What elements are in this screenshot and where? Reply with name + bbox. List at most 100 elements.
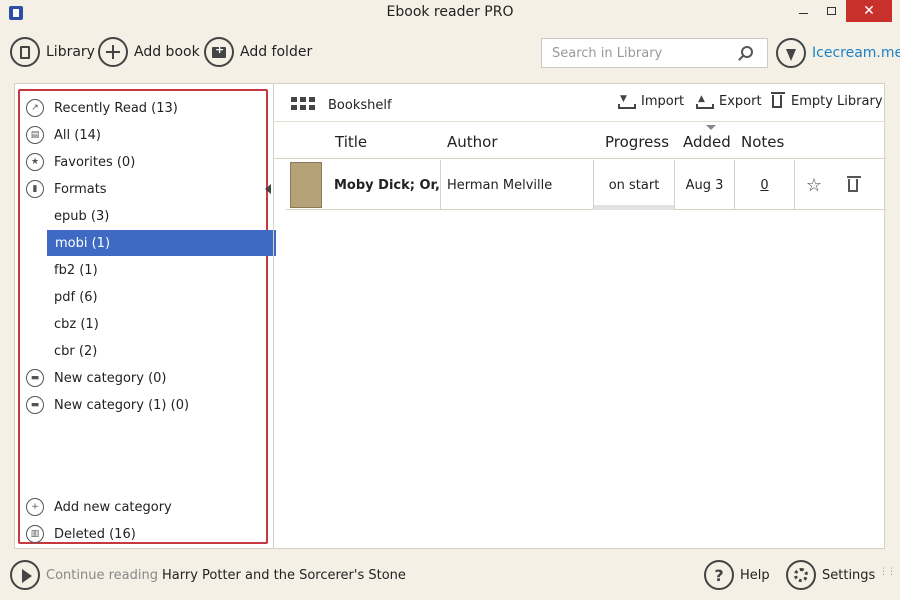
book-author: Herman Melville [441,160,594,210]
grid-view-icon[interactable] [291,97,317,111]
maximize-button[interactable] [818,0,844,22]
add-new-category-button[interactable]: + Add new category [20,494,275,520]
add-book-button[interactable]: Add book [98,36,200,68]
empty-library-button[interactable]: Empty Library [771,92,883,109]
book-added: Aug 3 [675,160,735,210]
folder-icon: ▬ [26,396,44,414]
sidebar-item-recently-read[interactable]: ↗ Recently Read (13) [20,95,275,121]
sidebar-item-formats[interactable]: ▮ Formats [20,176,275,202]
sidebar-item-label: cbr (2) [54,343,98,359]
sidebar-item-label: All (14) [54,127,101,143]
sidebar-item-label: Deleted (16) [54,526,136,542]
status-bar: Continue reading Harry Potter and the So… [0,556,900,596]
column-header-notes[interactable]: Notes [741,133,784,151]
column-header-added[interactable]: Added [683,133,731,151]
trash-icon [847,175,861,192]
import-label: Import [641,94,685,109]
content-toolbar: Bookshelf Import Export Empty Library [274,84,886,122]
title-bar: Ebook reader PRO ✕ [0,0,900,26]
plus-icon [98,37,128,67]
sidebar-item-label: Recently Read (13) [54,100,178,116]
gear-icon [786,560,816,590]
help-button[interactable]: ? Help [704,560,770,590]
sidebar-item-label: epub (3) [54,208,110,224]
book-progress: on start [594,160,675,210]
export-icon [696,94,714,109]
play-icon[interactable] [10,560,40,590]
search-input[interactable] [542,39,732,67]
collapse-arrow-icon[interactable] [265,184,271,194]
book-title[interactable]: Moby Dick; Or, [328,160,441,210]
sidebar-item-label: New category (0) [54,370,167,386]
plus-icon: + [26,498,44,516]
books-icon: ▤ [26,126,44,144]
minimize-button[interactable] [790,0,816,22]
sidebar-item-cbz[interactable]: cbz (1) [20,311,275,337]
search-box [541,38,768,68]
table-row[interactable]: Moby Dick; Or, Herman Melville on start … [286,160,886,210]
continue-reading-label: Continue reading [46,568,158,583]
star-outline-icon: ☆ [805,174,823,196]
settings-button[interactable]: Settings [786,560,875,590]
book-icon [10,37,40,67]
maximize-icon [826,7,836,15]
sidebar-item-label: Formats [54,181,107,197]
sidebar-item-label: fb2 (1) [54,262,98,278]
sidebar: ↗ Recently Read (13) ▤ All (14) ★ Favori… [18,89,276,544]
book-cover[interactable] [290,162,322,208]
help-icon: ? [704,560,734,590]
add-book-label: Add book [134,44,200,60]
sidebar-item-fb2[interactable]: fb2 (1) [20,257,275,283]
progress-bar [594,205,674,210]
column-header-author[interactable]: Author [447,133,498,151]
sidebar-item-new-category[interactable]: ▬ New category (0) [20,365,275,391]
window-title: Ebook reader PRO [386,4,514,20]
main-panel: ↗ Recently Read (13) ▤ All (14) ★ Favori… [14,83,886,549]
star-icon: ★ [26,153,44,171]
close-icon: ✕ [863,3,875,19]
empty-library-label: Empty Library [791,94,883,109]
current-book-title[interactable]: Harry Potter and the Sorcerer's Stone [162,568,406,583]
minimize-icon [798,12,808,14]
sidebar-item-all[interactable]: ▤ All (14) [20,122,275,148]
file-icon: ▮ [26,180,44,198]
sidebar-item-epub[interactable]: epub (3) [20,203,275,229]
sidebar-item-favorites[interactable]: ★ Favorites (0) [20,149,275,175]
folder-plus-icon [204,37,234,67]
toolbar: Library Add book Add folder Icecream.me [0,32,900,74]
settings-label: Settings [822,567,876,583]
sidebar-item-label: mobi (1) [55,235,111,251]
delete-book-button[interactable] [833,160,873,210]
export-button[interactable]: Export [696,94,762,109]
sidebar-item-cbr[interactable]: cbr (2) [20,338,275,364]
import-button[interactable]: Import [618,94,684,109]
add-folder-button[interactable]: Add folder [204,36,312,68]
brand-label: Icecream.me [812,45,900,61]
column-header-title[interactable]: Title [335,133,367,151]
sidebar-item-label: Favorites (0) [54,154,136,170]
sidebar-item-label: Add new category [54,499,172,515]
sidebar-item-deleted[interactable]: ▥ Deleted (16) [20,521,275,547]
export-label: Export [719,94,762,109]
sidebar-item-label: pdf (6) [54,289,98,305]
sidebar-item-label: cbz (1) [54,316,99,332]
sort-caret-icon [706,125,716,130]
resize-grip-icon[interactable]: ⋮⋮ [879,568,896,577]
library-button[interactable]: Library [10,36,95,68]
library-content: Bookshelf Import Export Empty Library Ti… [273,84,886,548]
bookshelf-label: Bookshelf [328,98,392,113]
close-button[interactable]: ✕ [846,0,892,22]
column-header-progress[interactable]: Progress [605,133,669,151]
folder-icon: ▬ [26,369,44,387]
sidebar-item-pdf[interactable]: pdf (6) [20,284,275,310]
favorite-button[interactable]: ☆ [795,160,833,210]
icecream-logo-icon [776,38,806,68]
help-label: Help [740,567,770,583]
add-folder-label: Add folder [240,44,313,60]
trash-icon: ▥ [26,525,44,543]
book-notes-link[interactable]: 0 [735,160,795,210]
icecream-link[interactable]: Icecream.me [776,37,900,69]
sidebar-item-mobi[interactable]: mobi (1) [47,230,276,256]
search-icon[interactable] [741,46,753,58]
sidebar-item-new-category-1[interactable]: ▬ New category (1) (0) [20,392,275,418]
